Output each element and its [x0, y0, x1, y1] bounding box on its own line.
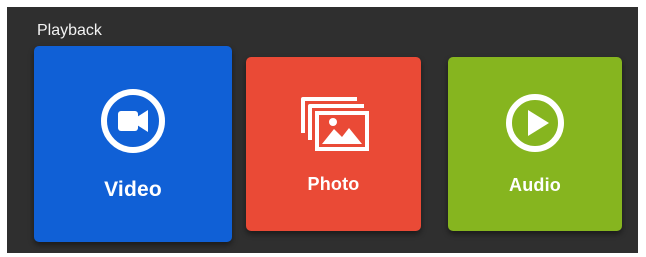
photo-gallery-icon [297, 93, 371, 158]
playback-panel: Playback Video Photo Audio [7, 7, 638, 253]
play-circle-icon [504, 92, 566, 159]
section-title: Playback [37, 22, 102, 39]
audio-tile-label: Audio [509, 175, 561, 195]
video-camera-icon [99, 87, 167, 160]
video-tile[interactable]: Video [34, 46, 232, 242]
photo-tile-label: Photo [307, 174, 360, 194]
audio-tile[interactable]: Audio [448, 57, 622, 231]
photo-tile[interactable]: Photo [246, 57, 421, 231]
video-tile-label: Video [104, 177, 162, 201]
